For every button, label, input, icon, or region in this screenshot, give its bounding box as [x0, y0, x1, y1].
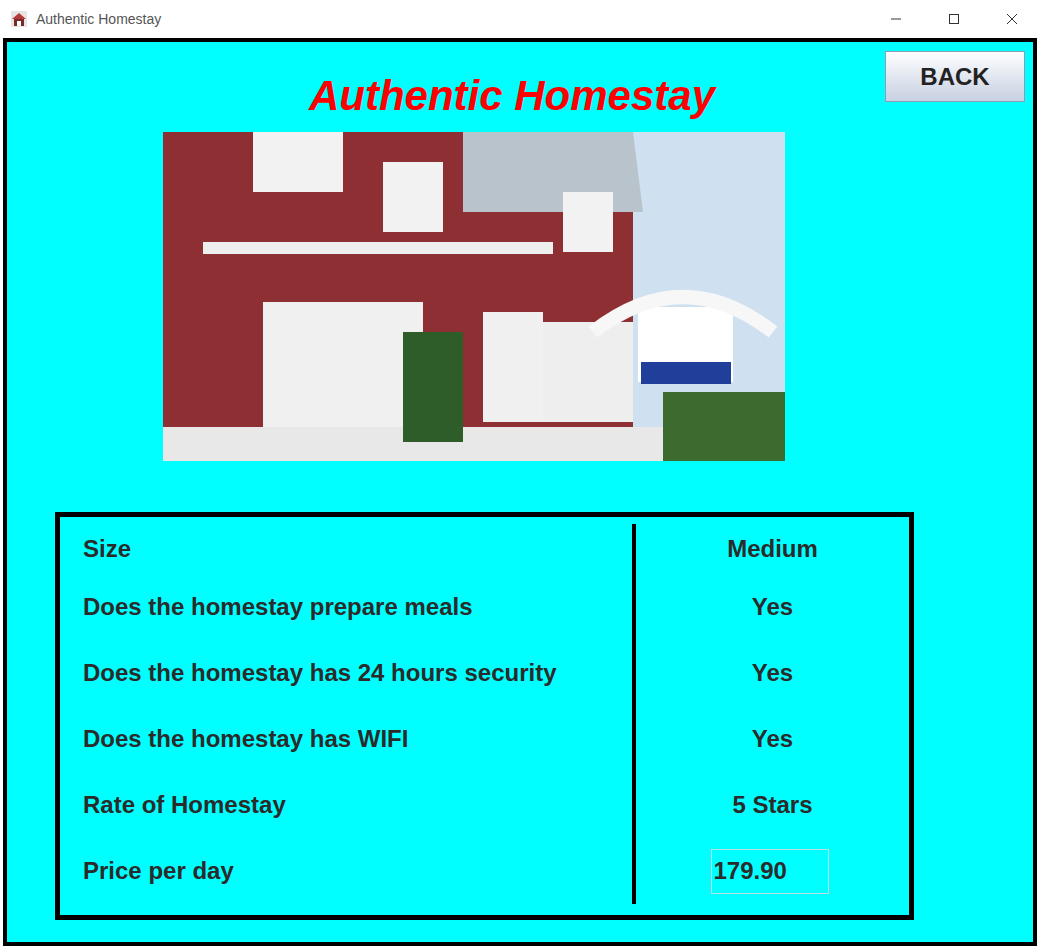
title-bar: Authentic Homestay [0, 0, 1041, 38]
minimize-button[interactable] [867, 0, 925, 38]
app-icon [11, 11, 27, 27]
detail-value-cell: Yes [636, 574, 909, 640]
detail-label: Price per day [60, 838, 632, 904]
maximize-icon [948, 13, 960, 25]
price-field[interactable]: 179.90 [711, 849, 829, 894]
detail-value-cell: Yes [636, 706, 909, 772]
column-divider [632, 524, 636, 904]
detail-label: Does the homestay has WIFI [60, 706, 632, 772]
main-panel: Authentic Homestay BACK Size Medium Does t… [3, 38, 1037, 946]
detail-label: Does the homestay has 24 hours security [60, 640, 632, 706]
detail-value-cell: Yes [636, 640, 909, 706]
details-table: Size Medium Does the homestay prepare meal… [55, 512, 914, 920]
detail-value: Yes [752, 589, 793, 625]
detail-value: 5 Stars [732, 787, 812, 823]
homestay-photo [163, 132, 785, 461]
detail-value: Yes [752, 655, 793, 691]
detail-value-cell: 179.90 [636, 838, 909, 904]
detail-label: Rate of Homestay [60, 772, 632, 838]
detail-label: Does the homestay prepare meals [60, 574, 632, 640]
window-controls [867, 0, 1041, 38]
detail-value: Yes [752, 721, 793, 757]
detail-value: Medium [727, 531, 818, 567]
back-button[interactable]: BACK [885, 51, 1025, 102]
detail-value-cell: 5 Stars [636, 772, 909, 838]
close-icon [1006, 13, 1018, 25]
maximize-button[interactable] [925, 0, 983, 38]
detail-value-cell: Medium [636, 524, 909, 574]
page-title: Authentic Homestay [309, 72, 715, 120]
detail-label: Size [60, 524, 632, 574]
minimize-icon [890, 13, 902, 25]
close-button[interactable] [983, 0, 1041, 38]
window-title: Authentic Homestay [36, 9, 161, 30]
